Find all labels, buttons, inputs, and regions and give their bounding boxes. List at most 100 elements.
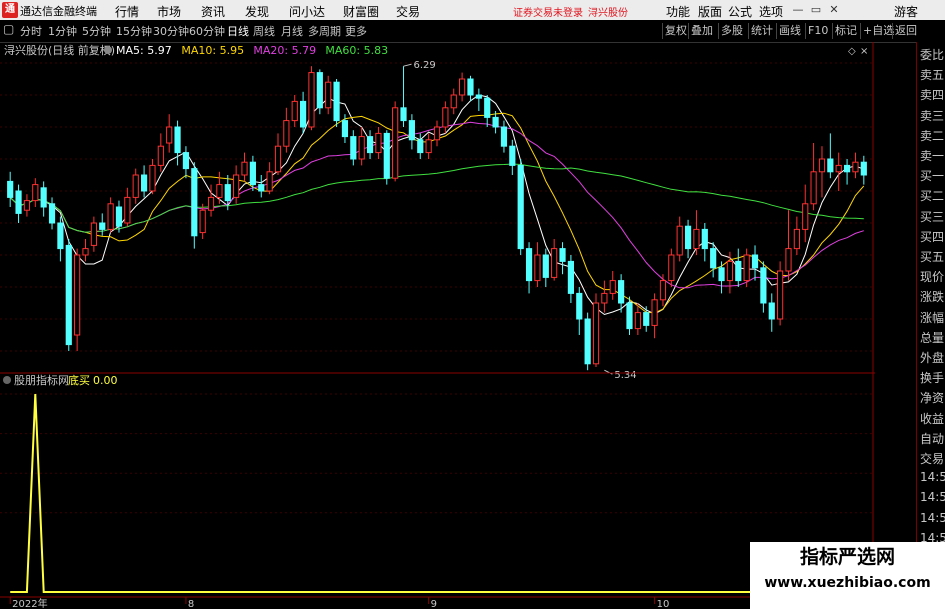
menu-shichang[interactable]: 市场 <box>157 3 181 20</box>
tab-daily[interactable]: 日线 <box>227 23 249 39</box>
tab-fenshi[interactable]: 分时 <box>20 23 42 39</box>
candle-up <box>442 107 449 128</box>
date-axis: 2022年 8 9 10 <box>0 596 873 609</box>
overlay-button[interactable]: 叠加 <box>688 23 715 39</box>
menu-faxian[interactable]: 发现 <box>245 3 269 20</box>
annotation-pointer <box>403 63 412 67</box>
candle-up <box>124 196 131 224</box>
candle-down <box>559 248 566 262</box>
candle-up <box>358 136 365 160</box>
candle-down <box>584 318 591 365</box>
f10-button[interactable]: F10 <box>805 23 830 39</box>
menu-xuanxiang[interactable]: 选项 <box>759 3 783 20</box>
stats-button[interactable]: 统计 <box>748 23 775 39</box>
candle-down <box>517 164 524 250</box>
add-watchlist-button[interactable]: +自选 <box>860 23 896 39</box>
indicator-toggle-icon[interactable] <box>3 376 11 384</box>
candle-up <box>818 158 826 173</box>
multi-stock-button[interactable]: 多股 <box>718 23 745 39</box>
x-tick-label: 8 <box>188 599 194 609</box>
tab-15min[interactable]: 15分钟 <box>116 23 152 39</box>
quote-field-22: 14:56 <box>920 490 945 505</box>
tab-multi-period[interactable]: 多周期 <box>308 23 341 39</box>
candles <box>7 66 867 371</box>
candle-up <box>216 184 223 198</box>
adjust-button[interactable]: 复权 <box>662 23 689 39</box>
candle-down <box>768 302 775 320</box>
minimize-icon[interactable]: — <box>790 2 806 18</box>
candle-up <box>107 203 114 230</box>
kline-chart[interactable]: 6.306.206.106.005.905.805.705.605.505.40… <box>0 42 875 609</box>
ma-legend: MA5: 5.97 MA10: 5.95 MA20: 5.79 MA60: 5.83 <box>104 44 388 57</box>
candle-up <box>23 200 31 211</box>
chart-close-icon[interactable]: × <box>860 46 868 57</box>
candle-down <box>525 248 533 282</box>
menu-banmian[interactable]: 版面 <box>698 3 722 20</box>
candle-down <box>174 126 181 154</box>
tab-monthly[interactable]: 月线 <box>281 23 303 39</box>
menu-gongneng[interactable]: 功能 <box>666 3 690 20</box>
quote-field-6: 买一 <box>920 169 945 184</box>
candle-up <box>785 248 792 272</box>
candle-down <box>333 81 340 122</box>
period-toolbar: ▢ 分时 1分钟 5分钟 15分钟 30分钟 60分钟 日线 周线 月线 多周期… <box>0 20 945 43</box>
candle-down <box>500 126 508 147</box>
candle-down <box>115 206 123 227</box>
guest-label[interactable]: 游客 <box>894 3 918 20</box>
candle-up <box>283 120 290 147</box>
candle-down <box>576 292 583 320</box>
restore-icon[interactable]: ▭ <box>808 2 824 18</box>
candle-down <box>99 222 106 230</box>
mark-button[interactable]: 标记 <box>832 23 859 39</box>
ma60-line <box>9 163 864 233</box>
candle-down <box>475 94 482 99</box>
candle-down <box>191 168 198 237</box>
menu-caifuquan[interactable]: 财富圈 <box>343 3 379 20</box>
candle-up <box>668 254 675 282</box>
menu-zixun[interactable]: 资讯 <box>201 3 225 20</box>
tab-1min[interactable]: 1分钟 <box>48 23 77 39</box>
candle-down <box>300 100 307 128</box>
quote-field-0: 委比 <box>920 48 945 62</box>
candle-down <box>484 97 491 118</box>
tab-weekly[interactable]: 周线 <box>253 23 275 39</box>
candle-up <box>199 209 206 234</box>
tab-more[interactable]: 更多 <box>345 23 367 39</box>
candle-down <box>65 244 72 346</box>
menu-wenxiaoda[interactable]: 问小达 <box>289 3 325 20</box>
trade-login-status[interactable]: 证券交易未登录 <box>513 4 583 19</box>
tab-30min[interactable]: 30分钟 <box>153 23 189 39</box>
candle-up <box>592 302 600 365</box>
candle-down <box>140 174 148 192</box>
candle-up <box>433 126 441 141</box>
candle-up <box>802 203 809 230</box>
close-icon[interactable]: ✕ <box>826 2 842 18</box>
app-title: 通达信金融终端 <box>20 5 97 18</box>
price-grid <box>0 62 873 352</box>
candle-down <box>467 78 474 96</box>
menu-jiaoyi[interactable]: 交易 <box>396 3 420 20</box>
candle-down <box>626 302 633 330</box>
candle-up <box>82 248 89 256</box>
back-button[interactable]: 返回 <box>892 23 919 39</box>
menu-gongshi[interactable]: 公式 <box>728 3 752 20</box>
x-tick-label: 9 <box>431 599 437 609</box>
candle-up <box>266 171 273 192</box>
quote-field-10: 买五 <box>920 250 945 264</box>
quote-field-21: 14:56 <box>920 470 945 485</box>
quote-field-23: 14:56 <box>920 510 945 525</box>
candle-up <box>149 164 156 192</box>
candle-up <box>793 228 800 250</box>
chart-option-icon[interactable]: ◇ <box>848 46 856 57</box>
quote-field-15: 外盘 <box>920 351 945 365</box>
draw-line-button[interactable]: 画线 <box>776 23 803 39</box>
candle-up <box>609 280 616 294</box>
candle-up <box>835 164 842 173</box>
tab-60min[interactable]: 60分钟 <box>189 23 225 39</box>
menu-hangqing[interactable]: 行情 <box>115 3 139 20</box>
panel-icon[interactable]: ▢ <box>3 22 14 36</box>
candle-down <box>182 152 190 170</box>
candle-down <box>735 260 742 282</box>
candle-down <box>350 136 357 160</box>
tab-5min[interactable]: 5分钟 <box>82 23 111 39</box>
